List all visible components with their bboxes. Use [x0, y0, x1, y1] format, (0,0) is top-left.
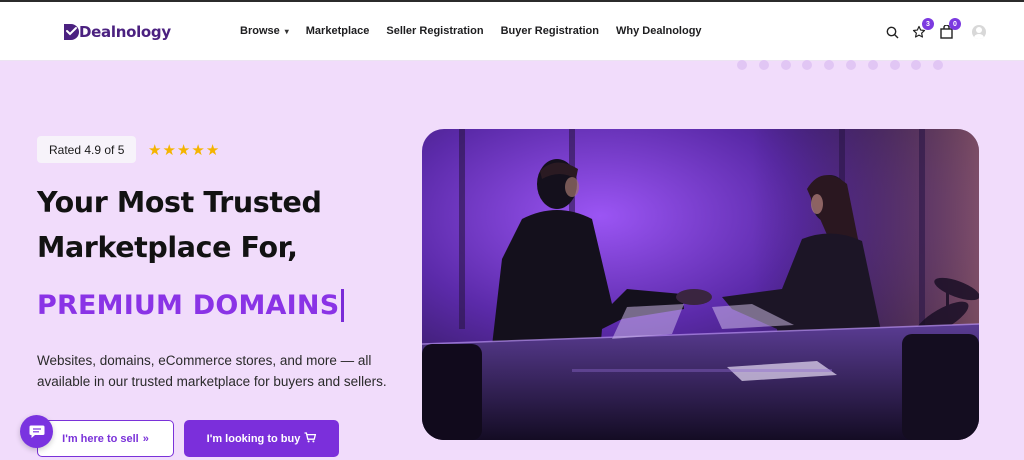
hero-heading: Your Most Trusted Marketplace For, — [37, 180, 417, 270]
hero-heading-line: Marketplace For, — [37, 231, 298, 264]
site-header: Dealnology Browse ▾ Marketplace Seller R… — [0, 2, 1024, 61]
sell-button-label: I'm here to sell — [62, 432, 139, 445]
nav-item-browse[interactable]: Browse ▾ — [240, 25, 289, 37]
main-nav: Browse ▾ Marketplace Seller Registration… — [240, 25, 719, 37]
chevron-down-icon: ▾ — [284, 26, 289, 36]
wishlist-count-badge: 3 — [922, 18, 934, 30]
nav-item-label: Marketplace — [305, 25, 370, 37]
nav-item-label: Browse — [240, 25, 280, 37]
nav-item-label: Buyer Registration — [500, 25, 599, 37]
sell-button[interactable]: I'm here to sell » — [37, 420, 174, 457]
buy-button[interactable]: I'm looking to buy — [184, 420, 339, 457]
nav-item-seller-registration[interactable]: Seller Registration — [386, 25, 483, 37]
cart-button[interactable]: 0 — [938, 18, 961, 40]
business-handshake-photo — [422, 129, 979, 440]
chat-bubble-icon[interactable] — [20, 415, 53, 448]
typed-text: PREMIUM DOMAINS — [37, 290, 340, 321]
cart-icon — [304, 431, 317, 446]
typed-headline: PREMIUM DOMAINS — [37, 289, 345, 322]
star-icon: ★ — [205, 142, 221, 159]
typing-cursor — [341, 289, 345, 322]
decorative-dots — [737, 60, 955, 70]
cart-count-badge: 0 — [949, 18, 961, 30]
double-chevron-right-icon: » — [142, 432, 149, 445]
rating-stars: ★ ★ ★ ★ ★ — [148, 141, 220, 159]
rating-badge: Rated 4.9 of 5 — [37, 136, 137, 163]
header-actions: 3 0 — [884, 18, 986, 40]
star-icon: ★ — [148, 142, 163, 159]
rating-text: Rated 4.9 of 5 — [49, 142, 125, 157]
logo[interactable]: Dealnology — [62, 22, 171, 42]
star-icon: ★ — [162, 142, 177, 159]
hero-description: Websites, domains, eCommerce stores, and… — [37, 353, 387, 389]
buy-button-label: I'm looking to buy — [206, 432, 301, 445]
logo-text: Dealnology — [79, 23, 171, 41]
wishlist-button[interactable]: 3 — [911, 18, 934, 40]
nav-item-buyer-registration[interactable]: Buyer Registration — [501, 25, 599, 37]
logo-mark-icon — [64, 24, 79, 40]
search-icon[interactable] — [884, 24, 900, 40]
user-avatar-icon[interactable] — [972, 25, 986, 39]
nav-item-marketplace[interactable]: Marketplace — [306, 25, 370, 37]
nav-item-label: Why Dealnology — [615, 25, 702, 37]
nav-item-label: Seller Registration — [386, 25, 484, 37]
star-icon: ★ — [176, 142, 192, 159]
hero-heading-line: Your Most Trusted — [37, 186, 322, 219]
nav-item-why-dealnology[interactable]: Why Dealnology — [616, 25, 702, 37]
star-icon: ★ — [191, 142, 206, 159]
